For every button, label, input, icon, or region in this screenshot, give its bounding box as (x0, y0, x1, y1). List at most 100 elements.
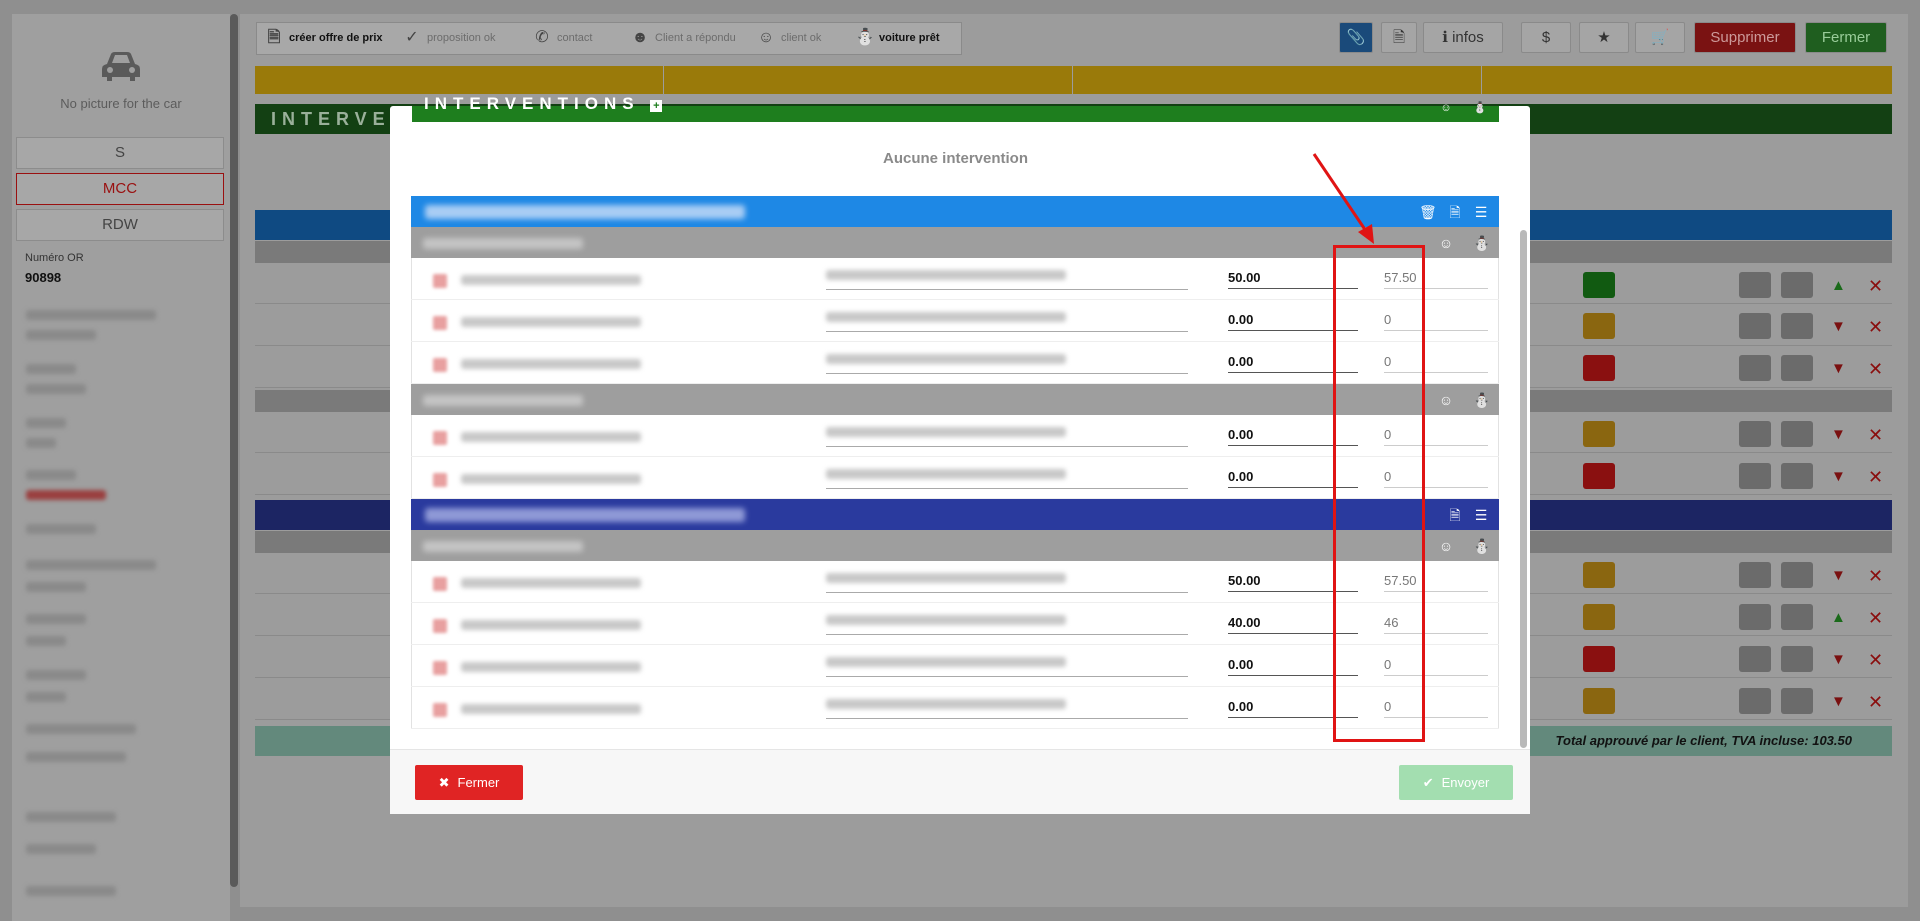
delete-icon[interactable]: ✕ (1868, 566, 1884, 586)
clock-button[interactable] (1739, 688, 1771, 714)
status-badge[interactable] (1583, 688, 1615, 714)
sidebar-button-mcc[interactable]: MCC (16, 173, 224, 205)
step-proposal-ok[interactable]: ✓ proposition ok (403, 23, 495, 54)
car-icon[interactable]: ⛄ (1473, 538, 1490, 554)
thumbs-down-icon[interactable]: ▼ (1831, 692, 1851, 712)
pin-button[interactable] (1781, 313, 1813, 339)
clock-button[interactable] (1739, 604, 1771, 630)
delete-icon[interactable]: ✕ (1868, 650, 1884, 670)
pin-button[interactable] (1781, 355, 1813, 381)
document-button[interactable]: 🗎 (1381, 22, 1417, 53)
pin-button[interactable] (1781, 562, 1813, 588)
description-underline (826, 634, 1188, 635)
no-picture-text: No picture for the car (60, 96, 182, 111)
delete-icon[interactable]: ✕ (1868, 276, 1884, 296)
pin-button[interactable] (1781, 688, 1813, 714)
clock-button[interactable] (1739, 355, 1771, 381)
sidebar-scrollbar[interactable] (230, 14, 238, 887)
step-client-replied[interactable]: ☻ Client a répondu (631, 23, 736, 54)
delete-line-icon[interactable] (433, 316, 447, 330)
status-badge[interactable] (1583, 313, 1615, 339)
thumbs-down-icon[interactable]: ▼ (1831, 425, 1851, 445)
status-badge[interactable] (1583, 421, 1615, 447)
delete-line-icon[interactable] (433, 274, 447, 288)
clock-button[interactable] (1739, 562, 1771, 588)
info-strip (255, 66, 663, 94)
clock-button[interactable] (1739, 313, 1771, 339)
status-badge[interactable] (1583, 272, 1615, 298)
pin-button[interactable] (1781, 646, 1813, 672)
car-icon[interactable]: ⛄ (1473, 235, 1490, 251)
thumbs-down-icon[interactable]: ▼ (1831, 566, 1851, 586)
step-create-offer[interactable]: 🗎 créer offre de prix (265, 23, 383, 54)
send-button[interactable]: ✔ Envoyer (1399, 765, 1513, 800)
step-contact[interactable]: ✆ contact (533, 23, 592, 54)
menu-icon[interactable]: ☰ (1473, 204, 1489, 220)
clock-button[interactable] (1739, 272, 1771, 298)
delete-icon[interactable]: ✕ (1868, 692, 1884, 712)
line-description-blurred (826, 270, 1066, 280)
modal-close-button[interactable]: ✖ Fermer (415, 765, 523, 800)
pin-button[interactable] (1781, 272, 1813, 298)
delete-icon[interactable]: ✕ (1868, 608, 1884, 628)
car-icon[interactable]: ⛄ (1472, 100, 1488, 116)
pdf-icon[interactable]: 🗎 (1447, 204, 1463, 220)
status-badge[interactable] (1583, 646, 1615, 672)
send-label: Envoyer (1441, 775, 1490, 790)
modal-scrollbar[interactable] (1520, 230, 1527, 748)
cart-button[interactable]: 🛒 (1635, 22, 1685, 53)
delete-button[interactable]: Supprimer (1694, 22, 1796, 53)
step-client-ok[interactable]: ☺ client ok (757, 23, 822, 54)
line-description-blurred (826, 469, 1066, 479)
dollar-icon: $ (1541, 29, 1551, 46)
status-badge[interactable] (1583, 604, 1615, 630)
pdf-icon[interactable]: 🗎 (1447, 507, 1463, 523)
thumbs-down-icon[interactable]: ▼ (1831, 317, 1851, 337)
delete-line-icon[interactable] (433, 577, 447, 591)
status-badge[interactable] (1583, 355, 1615, 381)
delete-line-icon[interactable] (433, 473, 447, 487)
delete-line-icon[interactable] (433, 431, 447, 445)
sidebar-button-rdw[interactable]: RDW (16, 209, 224, 241)
thumbs-down-icon[interactable]: ▼ (1831, 650, 1851, 670)
infos-button[interactable]: ℹ infos (1423, 22, 1503, 53)
price-button[interactable]: $ (1521, 22, 1571, 53)
status-badge[interactable] (1583, 463, 1615, 489)
menu-icon[interactable]: ☰ (1473, 507, 1489, 523)
thumbs-up-icon[interactable]: ▲ (1831, 276, 1851, 296)
smile-icon[interactable]: ☺ (1438, 392, 1454, 408)
delete-icon[interactable]: ✕ (1868, 317, 1884, 337)
pin-button[interactable] (1781, 604, 1813, 630)
plus-square-icon[interactable]: + (650, 100, 663, 112)
clock-button[interactable] (1739, 421, 1771, 447)
delete-icon[interactable]: ✕ (1868, 359, 1884, 379)
smile-icon[interactable]: ☺ (1438, 538, 1454, 554)
thumbs-down-icon[interactable]: ▼ (1831, 467, 1851, 487)
car-icon[interactable]: ⛄ (1473, 392, 1490, 408)
favorite-button[interactable]: ★ (1579, 22, 1629, 53)
pin-button[interactable] (1781, 421, 1813, 447)
line-name-blurred (461, 317, 641, 327)
step-car-ready[interactable]: ⛄ voiture prêt (855, 23, 940, 54)
smile-icon[interactable]: ☺ (1438, 100, 1454, 116)
info-strip (1073, 66, 1481, 94)
thumbs-up-icon[interactable]: ▲ (1831, 608, 1851, 628)
delete-line-icon[interactable] (433, 703, 447, 717)
trash-icon[interactable]: 🗑 (1419, 204, 1437, 220)
smile-icon[interactable]: ☺ (1438, 235, 1454, 251)
status-badge[interactable] (1583, 562, 1615, 588)
sidebar-button-s[interactable]: S (16, 137, 224, 169)
close-button[interactable]: Fermer (1805, 22, 1887, 53)
pin-button[interactable] (1781, 463, 1813, 489)
delete-line-icon[interactable] (433, 358, 447, 372)
delete-icon[interactable]: ✕ (1868, 467, 1884, 487)
line-name-blurred (461, 359, 641, 369)
attachment-button[interactable]: 📎 (1339, 22, 1373, 53)
clock-button[interactable] (1739, 646, 1771, 672)
thumbs-down-icon[interactable]: ▼ (1831, 359, 1851, 379)
delete-line-icon[interactable] (433, 661, 447, 675)
delete-line-icon[interactable] (433, 619, 447, 633)
clock-button[interactable] (1739, 463, 1771, 489)
delete-icon[interactable]: ✕ (1868, 425, 1884, 445)
car-icon: ⛄ (855, 29, 875, 47)
